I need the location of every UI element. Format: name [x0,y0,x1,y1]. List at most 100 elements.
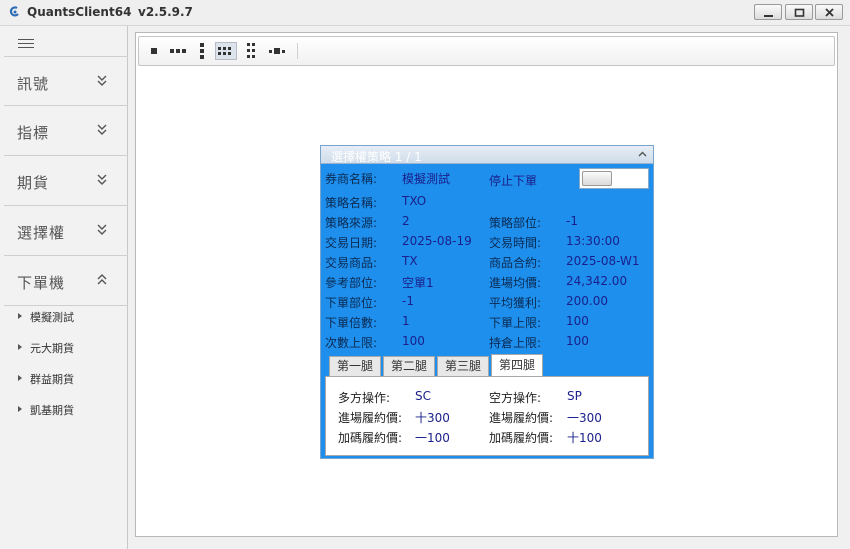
chevron-double-down-icon [97,75,107,86]
sidebar-section-label: 期貨 [17,174,50,192]
layout-3-row-icon [170,49,186,53]
close-button[interactable] [815,4,843,20]
field-value: 200.00 [566,294,608,308]
short-op-label: 空方操作: [489,391,542,405]
layout-grid-col-icon [247,43,255,58]
minimize-button[interactable] [754,4,782,20]
field-value: TX [402,254,418,268]
field-value: 13:30:00 [566,234,620,248]
leg-detail-box: 多方操作: SC 空方操作: SP 進場履約價: 十300 進場履約價: 一30… [325,376,649,456]
layout-3-row-button[interactable] [167,42,189,60]
stop-order-label: 停止下單 [489,174,538,188]
sidebar-section-indicators[interactable]: 指標 [4,106,128,156]
layout-1-button[interactable] [143,42,165,60]
sidebar-section-label: 選擇權 [17,224,66,242]
caret-right-icon [18,375,22,381]
close-icon [825,8,834,17]
long-op-value: SC [415,389,431,403]
field-label: 交易時間: [489,236,542,250]
entry-strike-label: 進場履約價: [338,411,403,425]
field-value: 1 [402,314,410,328]
panel-header: 選擇權策略 1 / 1 [321,146,653,164]
field-label: 進場均價: [489,276,542,290]
sidebar-item-label: 元大期貨 [30,342,74,355]
field-value: 100 [566,314,589,328]
field-value: 空單1 [402,276,434,290]
field-value: TXO [402,194,427,208]
field-label: 策略部位: [489,216,542,230]
entry-strike-long: 十300 [415,411,450,425]
sidebar-item-label: 凱基期貨 [30,404,74,417]
caret-right-icon [18,344,22,350]
option-strategy-panel: 選擇權策略 1 / 1 券商名稱: 模擬測試 停止下單 策略名稱: TXO 策略… [320,145,654,459]
broker-value: 模擬測試 [402,172,451,186]
field-label: 持倉上限: [489,336,542,350]
layout-3-col-button[interactable] [191,42,213,60]
field-label: 平均獲利: [489,296,542,310]
hamburger-icon[interactable] [18,39,34,51]
sidebar-section-futures[interactable]: 期貨 [4,156,128,206]
short-op-value: SP [567,389,582,403]
chevron-double-up-icon [97,274,107,285]
sidebar-item-label: 群益期貨 [30,373,74,386]
caret-right-icon [18,313,22,319]
title-bar: QuantsClient64 v2.5.9.7 [0,0,850,26]
add-strike-short: 十100 [567,431,602,445]
long-op-label: 多方操作: [338,391,391,405]
layout-3-col-icon [200,43,204,59]
field-label: 策略來源: [325,216,378,230]
entry-strike-label-right: 進場履約價: [489,411,554,425]
tab-leg-4[interactable]: 第四腿 [491,354,543,376]
field-label: 下單部位: [325,296,378,310]
sidebar: 訊號 指標 期貨 選擇權 下單機 模擬測試 元大期貨 群益期貨 凱基期貨 [0,26,128,549]
field-label: 交易日期: [325,236,378,250]
app-logo-icon [9,6,19,17]
layout-grid-button[interactable] [215,42,237,60]
collapse-up-icon[interactable] [638,151,647,157]
app-title: QuantsClient64 [27,5,132,19]
chevron-double-down-icon [97,224,107,235]
chevron-double-down-icon [97,124,107,135]
field-value: 24,342.00 [566,274,628,288]
layout-mixed-button[interactable] [266,42,288,60]
field-label: 交易商品: [325,256,378,270]
stop-order-toggle[interactable] [579,168,649,189]
field-value: 2025-08-19 [402,234,472,248]
add-strike-long: 一100 [415,431,450,445]
tab-leg-1[interactable]: 第一腿 [329,356,381,376]
minimize-icon [764,15,773,17]
field-label: 商品合約: [489,256,542,270]
sidebar-section-order-machine[interactable]: 下單機 [4,256,128,306]
caret-right-icon [18,406,22,412]
sidebar-section-options[interactable]: 選擇權 [4,206,128,256]
layout-grid-icon [218,47,231,55]
field-value: -1 [402,294,414,308]
field-value: 2 [402,214,410,228]
field-label: 下單上限: [489,316,542,330]
entry-strike-short: 一300 [567,411,602,425]
app-version: v2.5.9.7 [138,5,193,19]
maximize-icon [794,8,805,17]
sidebar-item-label: 模擬測試 [30,311,74,324]
sidebar-section-label: 指標 [17,124,50,142]
field-value: 100 [566,334,589,348]
layout-1-icon [151,48,157,54]
field-label: 下單倍數: [325,316,378,330]
layout-toolbar [138,36,835,66]
broker-label: 券商名稱: [325,172,378,186]
panel-title: 選擇權策略 1 / 1 [331,150,422,164]
sidebar-section-label: 下單機 [17,274,66,292]
field-value: 100 [402,334,425,348]
tab-leg-2[interactable]: 第二腿 [383,356,435,376]
sidebar-section-label: 訊號 [17,75,50,93]
field-value: -1 [566,214,578,228]
sidebar-section-signals[interactable]: 訊號 [4,56,128,106]
tab-leg-3[interactable]: 第三腿 [437,356,489,376]
maximize-button[interactable] [785,4,813,20]
add-strike-label-right: 加碼履約價: [489,431,554,445]
toolbar-divider [297,43,298,59]
layout-mixed-icon [269,48,285,54]
toggle-knob [582,171,612,186]
layout-grid-col-button[interactable] [240,42,262,60]
field-label: 次數上限: [325,336,378,350]
